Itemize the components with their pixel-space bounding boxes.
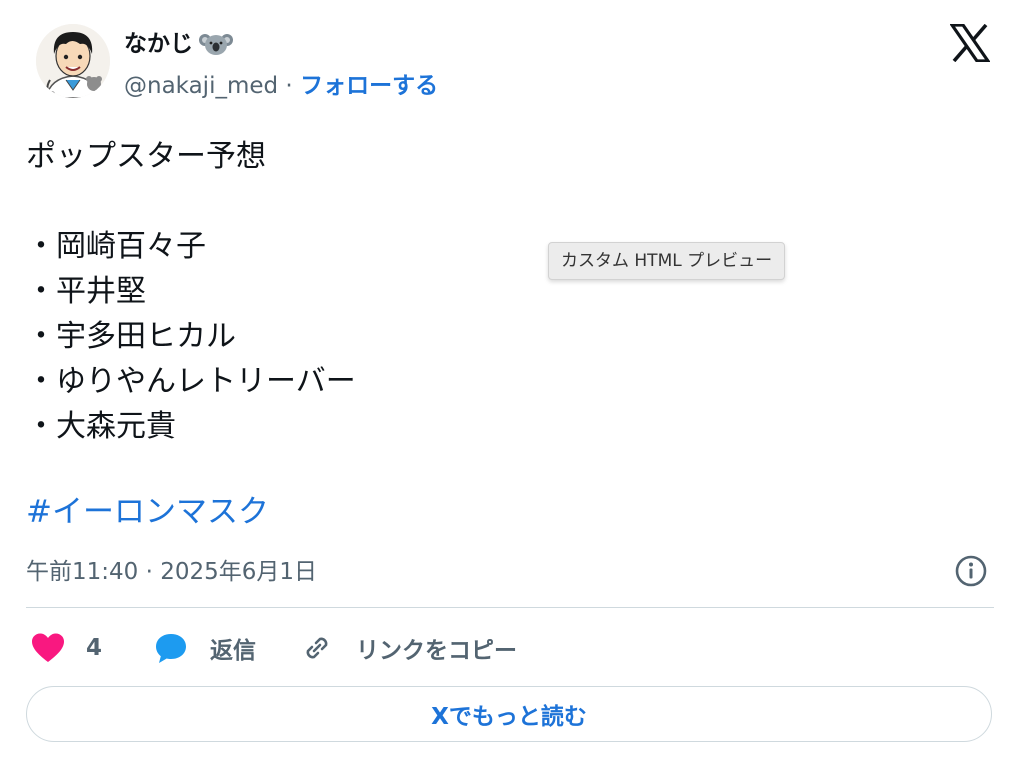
tweet-text: ポップスター予想 ​ ・岡崎百々子・平井堅・宇多田ヒカル・ゆりやんレトリーバー・大森…: [26, 134, 356, 449]
tweet-timestamp[interactable]: 午前11:40 · 2025年6月1日: [26, 556, 317, 588]
divider: [26, 607, 994, 608]
copy-link-label: リンクをコピー: [356, 638, 518, 664]
read-more-on-x-button[interactable]: Xでもっと読む: [26, 686, 992, 742]
handle-separator: ·: [278, 73, 301, 99]
tweet-line: ・宇多田ヒカル: [26, 319, 236, 354]
reply-label: 返信: [210, 638, 257, 664]
tweet-line: ・ゆりやんレトリーバー: [26, 364, 356, 399]
copy-link-button[interactable]: リンクをコピー: [300, 631, 517, 665]
action-bar: 4 返信 リンクをコピー: [30, 628, 517, 668]
custom-html-preview-tooltip: カスタム HTML プレビュー: [548, 242, 786, 280]
tweet-line: ・大森元貴: [26, 409, 176, 444]
info-icon[interactable]: [954, 554, 988, 588]
link-icon: [300, 631, 334, 665]
x-logo-icon[interactable]: [948, 23, 992, 63]
author-handle[interactable]: @nakaji_med: [124, 73, 278, 99]
tweet-line: ・岡崎百々子: [26, 229, 206, 264]
author-handle-row: @nakaji_med · フォローする: [124, 72, 438, 100]
follow-button[interactable]: フォローする: [300, 73, 438, 99]
tweet-line: ​: [26, 179, 356, 224]
like-button[interactable]: 4: [30, 632, 102, 664]
reply-button[interactable]: 返信: [154, 631, 256, 665]
hashtag-link[interactable]: #イーロンマスク: [26, 490, 269, 534]
tweet-line: ポップスター予想: [26, 139, 266, 174]
koala-emoji-icon: [199, 31, 233, 57]
speech-bubble-icon: [154, 632, 188, 664]
heart-icon: [30, 632, 66, 664]
like-count: 4: [86, 635, 103, 661]
author-name-row[interactable]: なかじ: [124, 30, 233, 58]
avatar[interactable]: [36, 24, 110, 98]
tweet-line: ・平井堅: [26, 274, 146, 309]
author-display-name[interactable]: なかじ: [124, 30, 193, 58]
